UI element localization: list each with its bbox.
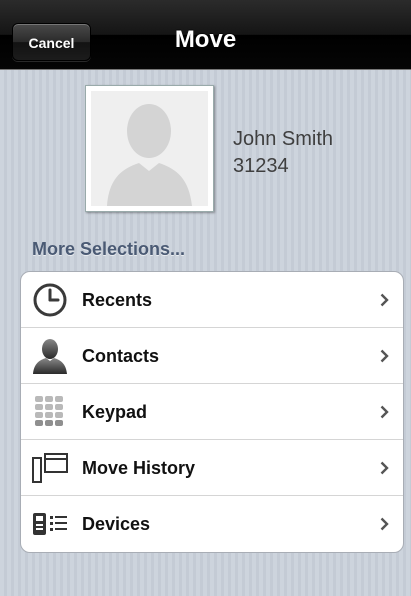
selection-list: Recents Contacts Keypad Move History Dev… bbox=[20, 271, 404, 553]
chevron-right-icon bbox=[380, 461, 389, 475]
page-title: Move bbox=[174, 26, 237, 53]
clock-icon bbox=[31, 282, 69, 318]
person-silhouette-icon bbox=[91, 91, 208, 206]
keypad-icon bbox=[31, 394, 69, 430]
chevron-right-icon bbox=[380, 405, 389, 419]
list-item-move-history[interactable]: Move History bbox=[21, 440, 403, 496]
navigation-bar: Cancel Move bbox=[0, 0, 411, 69]
move-history-icon bbox=[31, 450, 69, 486]
person-icon bbox=[31, 338, 69, 374]
list-item-recents[interactable]: Recents bbox=[21, 272, 403, 328]
list-item-devices[interactable]: Devices bbox=[21, 496, 403, 552]
list-item-label: Move History bbox=[82, 458, 196, 478]
contact-photo bbox=[85, 85, 214, 212]
list-item-label: Devices bbox=[82, 514, 151, 534]
list-item-contacts[interactable]: Contacts bbox=[21, 328, 403, 384]
contact-name: John Smith bbox=[233, 128, 334, 150]
list-item-label: Contacts bbox=[82, 346, 160, 366]
list-item-label: Recents bbox=[82, 290, 153, 310]
list-item-label: Keypad bbox=[82, 402, 148, 422]
list-item-keypad[interactable]: Keypad bbox=[21, 384, 403, 440]
section-header: More Selections... bbox=[32, 239, 186, 259]
chevron-right-icon bbox=[380, 517, 389, 531]
chevron-right-icon bbox=[380, 293, 389, 307]
contact-number: 31234 bbox=[233, 155, 289, 177]
chevron-right-icon bbox=[380, 349, 389, 363]
devices-icon bbox=[31, 506, 69, 542]
cancel-button[interactable]: Cancel bbox=[12, 23, 91, 61]
